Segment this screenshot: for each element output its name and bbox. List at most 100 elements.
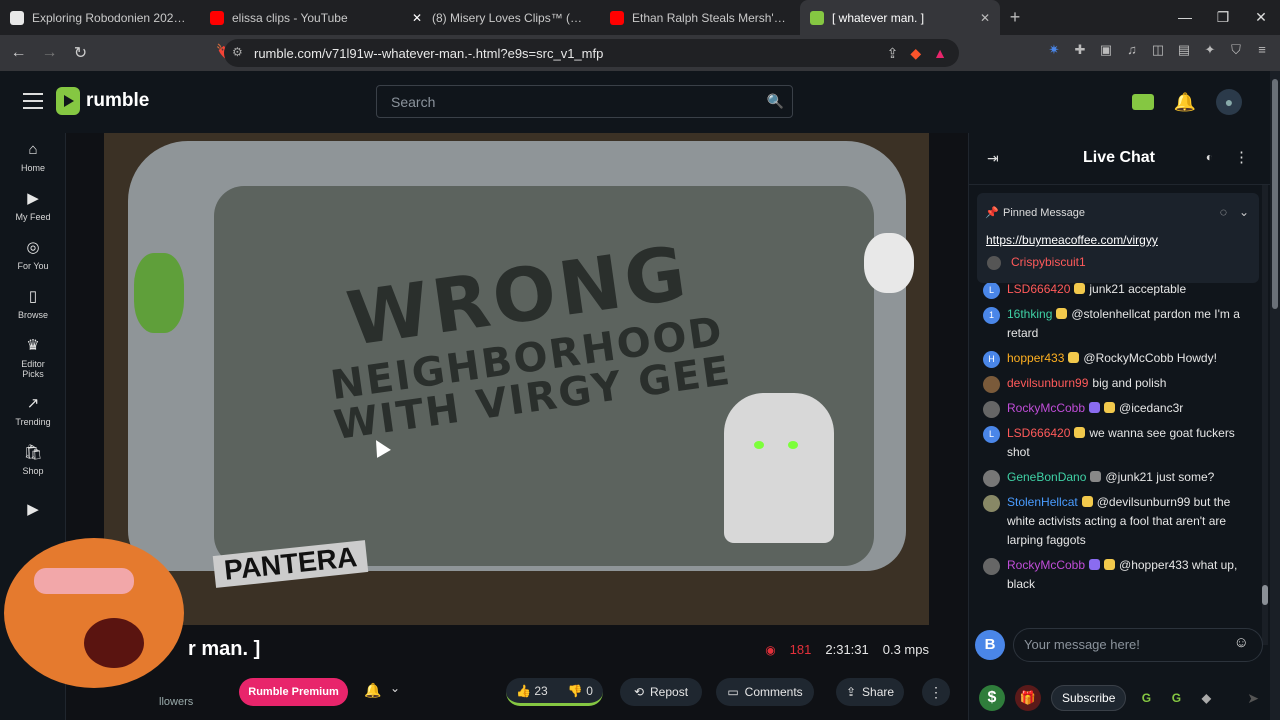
chat-user-avatar: L (983, 426, 1000, 443)
sidebar-item-editor-picks[interactable]: ♛ Editor Picks (0, 329, 66, 387)
chat-username[interactable]: StolenHellcat (1007, 495, 1078, 509)
leo-icon[interactable]: ✦ (1202, 42, 1218, 58)
notifications-bell-icon[interactable]: 🔔 (1174, 92, 1196, 113)
pinned-username[interactable]: Crispybiscuit1 (1011, 255, 1086, 269)
chat-username[interactable]: GeneBonDano (1007, 470, 1086, 484)
chat-message: devilsunburn99 big and polish (969, 371, 1261, 396)
chat-username[interactable]: LSD666420 (1007, 426, 1070, 440)
chat-username[interactable]: devilsunburn99 (1007, 376, 1088, 390)
reload-icon[interactable]: ↻ (68, 43, 93, 63)
url-field[interactable]: ⚙ rumble.com/v71l91w--whatever-man.-.htm… (224, 39, 959, 67)
emote-g-icon[interactable]: G (1136, 691, 1156, 705)
repost-button[interactable]: ⟲ Repost (620, 678, 702, 706)
forward-icon[interactable]: → (37, 44, 62, 62)
chat-scroll-thumb[interactable] (1262, 585, 1268, 605)
chat-menu-icon[interactable]: ⋮ (1234, 148, 1249, 166)
search-input[interactable]: Search 🔍 (376, 85, 793, 118)
rumble-premium-button[interactable]: Rumble Premium (239, 678, 348, 706)
go-live-camera-icon[interactable] (1131, 94, 1154, 110)
emoji-icon[interactable]: ☺ (1234, 634, 1249, 651)
dislike-button[interactable]: 👎 0 (568, 684, 593, 698)
video-stats: ◉ 181 2:31:31 0.3 mps (765, 642, 929, 657)
sidebar-item-home[interactable]: ⌂ Home (0, 133, 66, 182)
new-tab-button[interactable]: + (1000, 7, 1030, 28)
share-page-icon[interactable]: ⇪ (887, 45, 899, 62)
tab-close-icon[interactable]: ✕ (980, 11, 990, 25)
menu-icon[interactable]: ≡ (1254, 42, 1270, 58)
youtube-favicon-icon (210, 10, 224, 25)
logo-wordmark: rumble (86, 90, 150, 111)
sidebar-item-for-you[interactable]: ◎ For You (0, 231, 66, 280)
sidebar-item-shop[interactable]: 🛍 Shop (0, 436, 66, 485)
emote-avatar-icon[interactable]: ◆ (1196, 691, 1216, 705)
puzzle-icon[interactable]: ✚ (1072, 42, 1088, 58)
site-header: rumble Search 🔍 🔔 ● (0, 71, 1270, 133)
vpn-icon[interactable]: ⛉ (1228, 42, 1244, 58)
rant-dollar-icon[interactable]: $ (979, 685, 1005, 711)
video-player[interactable]: WRONG NEIGHBORHOOD WITH VIRGY GEE PANTER… (104, 133, 929, 625)
tab-label: Ethan Ralph Steals Mersh's "Leftover (632, 10, 790, 25)
browser-tab-active[interactable]: [ whatever man. ] ✕ (800, 0, 1000, 35)
browser-tab[interactable]: Ethan Ralph Steals Mersh's "Leftover (600, 0, 800, 35)
site-info-icon[interactable]: ⚙ (232, 45, 243, 59)
minimize-icon[interactable]: — (1166, 0, 1204, 35)
chat-username[interactable]: hopper433 (1007, 351, 1064, 365)
sidebar-item-browse[interactable]: ▯ Browse (0, 280, 66, 329)
back-icon[interactable]: ← (6, 44, 31, 62)
user-avatar[interactable]: ● (1216, 89, 1242, 115)
chevron-down-icon[interactable]: ⌄ (390, 681, 400, 695)
brave-rewards-icon[interactable]: ▲ (933, 45, 947, 62)
comments-button[interactable]: ▭ Comments (716, 678, 814, 706)
popout-chat-icon[interactable]: ◐ (1206, 150, 1213, 164)
mascot-glasses (34, 568, 134, 594)
badge-icon (1081, 496, 1093, 507)
browser-tab[interactable]: Exploring Robodonien 2024: Rob (0, 0, 200, 35)
wolf-graphic (724, 393, 834, 543)
gift-icon[interactable]: 🎁 (1015, 685, 1041, 711)
chat-message: GeneBonDano @junk21 just some? (969, 465, 1261, 490)
chat-message-input[interactable]: Your message here! (1013, 628, 1263, 662)
browser-tab[interactable]: ✕ (8) Misery Loves Clips™ (@MiseryClip (400, 0, 600, 35)
chat-username[interactable]: 16thking (1007, 307, 1052, 321)
wallet-icon[interactable]: ▤ (1176, 42, 1192, 58)
tab-search-icon[interactable]: ▣ (1098, 42, 1114, 58)
rumble-logo-icon (56, 87, 80, 115)
send-icon[interactable]: ➤ (1247, 690, 1259, 707)
search-icon[interactable]: 🔍 (767, 93, 784, 110)
thumbs-up-icon: 👍 (516, 683, 532, 698)
page-scrollbar[interactable] (1270, 71, 1280, 720)
like-button[interactable]: 👍 23 (516, 684, 548, 698)
editor-picks-icon: ♛ (26, 336, 40, 354)
brave-shield-icon[interactable]: ◆ (910, 45, 921, 62)
chat-username[interactable]: RockyMcCobb (1007, 558, 1085, 572)
maximize-icon[interactable]: ❐ (1204, 0, 1242, 35)
sidebar-item-library[interactable]: ▶ (0, 485, 66, 534)
window-controls: — ❐ ✕ (1166, 0, 1280, 35)
chat-input-placeholder: Your message here! (1024, 637, 1140, 652)
sidebar-item-my-feed[interactable]: ▶ My Feed (0, 182, 66, 231)
chevron-down-icon[interactable]: ⌄ (1239, 205, 1249, 219)
share-button[interactable]: ⇪ Share (836, 678, 904, 706)
sidebar-item-trending[interactable]: ↗ Trending (0, 387, 66, 436)
close-window-icon[interactable]: ✕ (1242, 0, 1280, 35)
chat-username[interactable]: LSD666420 (1007, 282, 1070, 296)
sidebar-toggle-icon[interactable]: ◫ (1150, 42, 1166, 58)
pinned-link[interactable]: https://buymeacoffee.com/virgyy (986, 233, 1158, 247)
chat-username[interactable]: RockyMcCobb (1007, 401, 1085, 415)
media-icon[interactable]: ♫ (1124, 42, 1140, 58)
emote-g-icon[interactable]: G (1166, 691, 1186, 705)
more-options-icon[interactable]: ⋮ (922, 678, 950, 706)
chat-message: RockyMcCobb @icedanc3r (969, 396, 1261, 421)
chat-user-avatar (983, 495, 1000, 512)
home-icon: ⌂ (28, 141, 38, 158)
notify-bell-icon[interactable]: 🔔 (364, 682, 381, 699)
extension-icon[interactable]: ✷ (1046, 42, 1062, 58)
page-scroll-thumb[interactable] (1272, 79, 1278, 309)
chat-scrollbar[interactable] (1262, 185, 1268, 645)
hide-pinned-icon[interactable]: ◌ (1220, 205, 1227, 219)
browser-tab[interactable]: elissa clips - YouTube (200, 0, 400, 35)
chat-text: @icedanc3r (1119, 401, 1184, 415)
hamburger-menu-icon[interactable] (23, 93, 43, 109)
subscribe-button[interactable]: Subscribe (1051, 685, 1127, 711)
rumble-logo[interactable]: rumble (56, 87, 149, 115)
